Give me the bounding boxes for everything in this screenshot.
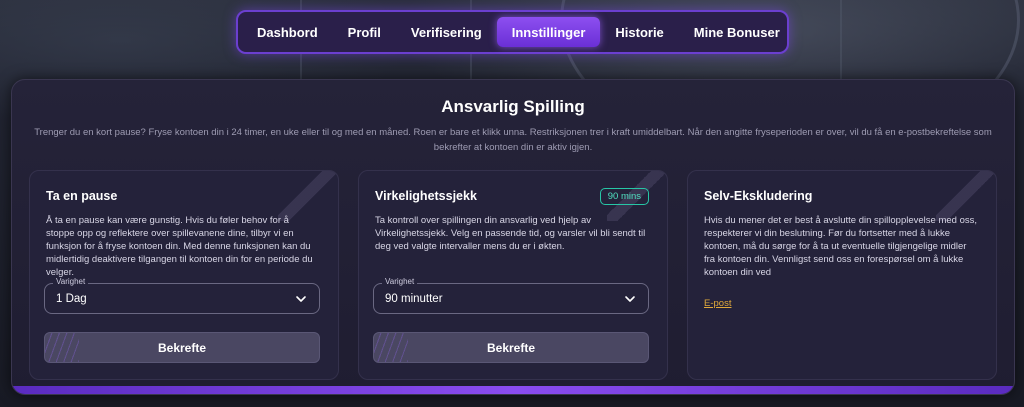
card-title: Virkelighetssjekk: [375, 189, 477, 203]
card-text: Hvis du mener det er best å avslutte din…: [704, 215, 977, 278]
confirm-reality-check-button[interactable]: Bekrefte: [373, 332, 649, 363]
tab-dashbord[interactable]: Dashbord: [242, 17, 333, 47]
button-decoration: [45, 333, 79, 362]
select-value: 90 minutter: [385, 292, 443, 305]
reality-check-card: Virkelighetssjekk 90 mins Ta kontroll ov…: [358, 170, 668, 380]
panel-description: Trenger du en kort pause? Fryse kontoen …: [34, 127, 992, 153]
select-label: Varighet: [382, 277, 418, 286]
select-value: 1 Dag: [56, 292, 87, 305]
tab-verifisering[interactable]: Verifisering: [396, 17, 497, 47]
responsible-gaming-panel: Ansvarlig Spilling Trenger du en kort pa…: [11, 79, 1015, 395]
card-text: Å ta en pause kan være gunstig. Hvis du …: [46, 215, 313, 278]
chevron-down-icon: [296, 296, 306, 302]
card-title: Selv-Ekskludering: [704, 189, 813, 203]
email-link[interactable]: E-post: [704, 298, 731, 309]
confirm-break-button[interactable]: Bekrefte: [44, 332, 320, 363]
button-label: Bekrefte: [157, 340, 207, 355]
chevron-down-icon: [625, 296, 635, 302]
button-decoration: [374, 333, 408, 362]
card-title: Ta en pause: [46, 189, 118, 203]
tab-mine-bonuser[interactable]: Mine Bonuser: [679, 17, 795, 47]
select-label: Varighet: [53, 277, 89, 286]
account-tab-bar: Dashbord Profil Verifisering Innstilling…: [236, 10, 789, 54]
self-exclusion-card: Selv-Ekskludering Hvis du mener det er b…: [687, 170, 997, 380]
button-label: Bekrefte: [486, 340, 536, 355]
duration-select[interactable]: Varighet 1 Dag: [44, 277, 320, 314]
panel-glow-border: [12, 386, 1014, 394]
tab-innstillinger[interactable]: Innstillinger: [496, 17, 601, 47]
tab-profil[interactable]: Profil: [333, 17, 396, 47]
take-a-break-card: Ta en pause Å ta en pause kan være gunst…: [29, 170, 339, 380]
interval-select[interactable]: Varighet 90 minutter: [373, 277, 649, 314]
card-text: Ta kontroll over spillingen din ansvarli…: [375, 215, 646, 252]
panel-title: Ansvarlig Spilling: [441, 97, 585, 116]
tab-historie[interactable]: Historie: [600, 17, 678, 47]
reality-check-badge: 90 mins: [599, 188, 649, 205]
